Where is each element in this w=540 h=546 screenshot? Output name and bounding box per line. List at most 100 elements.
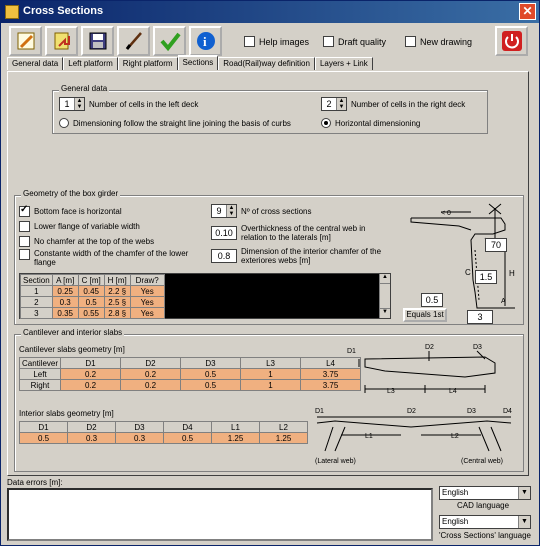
n-sections-value[interactable]: 9 <box>212 206 226 216</box>
help-images-checkbox[interactable]: Help images <box>244 36 309 47</box>
stepper-arrows[interactable]: ▲ ▼ <box>226 205 236 217</box>
pencil-button[interactable] <box>9 26 42 56</box>
diag-d2-label: D2 <box>425 344 434 351</box>
col-d3: D3 <box>115 421 164 433</box>
cell-a[interactable]: 0.3 <box>51 296 79 308</box>
accept-button[interactable] <box>153 26 186 56</box>
chevron-down-icon[interactable]: ▼ <box>518 487 530 499</box>
cs-language-label: 'Cross Sections' language <box>439 531 531 540</box>
cell-l1[interactable]: 1.25 <box>211 432 260 444</box>
cell-a[interactable]: 0.35 <box>51 307 79 319</box>
info-button[interactable]: i <box>189 26 222 56</box>
tab-general-data[interactable]: General data <box>7 57 64 70</box>
cell-h[interactable]: 2.8 § <box>103 307 131 319</box>
dim-horizontal-radio-button[interactable] <box>321 118 331 128</box>
tab-left-platform[interactable]: Left platform <box>63 57 118 70</box>
draw-button[interactable] <box>117 26 150 56</box>
left-cells-stepper[interactable]: 1 ▲ ▼ <box>59 97 85 111</box>
cell-c[interactable]: 0.5 <box>77 296 105 308</box>
interior-title: Interior slabs geometry [m] <box>19 409 114 418</box>
cell-draw[interactable]: Yes <box>129 296 165 308</box>
chevron-down-icon[interactable]: ▼ <box>518 516 530 528</box>
lower-flange-box[interactable] <box>19 221 30 232</box>
cell-l3[interactable]: 1 <box>240 379 302 391</box>
sections-grid[interactable]: Section A [m] C [m] H [m] Draw? 1 0.25 0… <box>19 273 391 319</box>
cell-d3[interactable]: 0.3 <box>115 432 164 444</box>
tab-layers-link[interactable]: Layers + Link <box>314 57 373 70</box>
interior-table: D1 D2 D3 D4 L1 L2 0.5 0.3 0.3 0.5 1.25 1… <box>19 421 308 444</box>
bottom-horizontal-checkbox[interactable]: Bottom face is horizontal <box>19 204 122 217</box>
draft-quality-checkbox[interactable]: Draft quality <box>323 36 386 47</box>
equals-first-button[interactable]: Equals 1st <box>403 308 447 322</box>
cell-d2[interactable]: 0.2 <box>120 368 182 380</box>
save-button[interactable] <box>81 26 114 56</box>
stepper-arrows[interactable]: ▲ ▼ <box>336 98 346 110</box>
info-icon: i <box>196 32 215 50</box>
value-3-input[interactable]: 3 <box>467 310 493 324</box>
n-sections-stepper[interactable]: 9 ▲ ▼ <box>211 204 237 218</box>
cell-section[interactable]: 3 <box>20 307 53 319</box>
diag-label-lt0: < 0 <box>441 210 451 217</box>
cell-section[interactable]: 2 <box>20 296 53 308</box>
tab-roadway-definition[interactable]: Road(Rail)way definition <box>218 57 315 70</box>
scroll-down-icon[interactable]: ▼ <box>380 308 390 318</box>
new-drawing-box[interactable] <box>405 36 416 47</box>
cell-draw[interactable]: Yes <box>129 285 165 297</box>
col-d2: D2 <box>67 421 116 433</box>
col-d3: D3 <box>180 357 242 369</box>
constant-width-checkbox[interactable]: Constante width of the chamfer of the lo… <box>19 249 189 267</box>
cell-c[interactable]: 0.45 <box>77 285 105 297</box>
cell-l2[interactable]: 1.25 <box>259 432 308 444</box>
help-images-box[interactable] <box>244 36 255 47</box>
close-button[interactable]: ✕ <box>519 3 536 20</box>
col-d1: D1 <box>19 421 68 433</box>
angle-70-input[interactable]: 70 <box>485 238 507 252</box>
cell-h[interactable]: 2.2 § <box>103 285 131 297</box>
bottom-horizontal-box[interactable] <box>19 204 30 217</box>
cell-d1[interactable]: 0.5 <box>19 432 68 444</box>
right-cells-stepper[interactable]: 2 ▲ ▼ <box>321 97 347 111</box>
constant-width-box[interactable] <box>19 249 30 260</box>
cell-d3[interactable]: 0.5 <box>180 379 242 391</box>
cell-draw[interactable]: Yes <box>129 307 165 319</box>
data-errors-label: Data errors [m]: <box>7 478 63 487</box>
dim-straight-radio[interactable]: Dimensioning follow the straight line jo… <box>59 118 291 128</box>
cell-c[interactable]: 0.55 <box>77 307 105 319</box>
cell-d1[interactable]: 0.2 <box>60 379 122 391</box>
cs-language-select[interactable]: English ▼ <box>439 515 531 529</box>
sections-scrollbar[interactable]: ▲ ▼ <box>379 274 390 318</box>
overthickness-input[interactable]: 0.10 <box>211 226 237 240</box>
value-0-5-input[interactable]: 0.5 <box>421 293 443 307</box>
new-drawing-checkbox[interactable]: New drawing <box>405 36 472 47</box>
open-button[interactable] <box>45 26 78 56</box>
tab-sections[interactable]: Sections <box>177 55 219 70</box>
draft-quality-box[interactable] <box>323 36 334 47</box>
chamfer-1-5-input[interactable]: 1.5 <box>475 270 497 284</box>
cell-d2[interactable]: 0.2 <box>120 379 182 391</box>
cell-d4[interactable]: 0.5 <box>163 432 212 444</box>
table-row: Right 0.2 0.2 0.5 1 3.75 <box>18 379 362 391</box>
cell-section[interactable]: 1 <box>20 285 53 297</box>
left-cells-value[interactable]: 1 <box>60 99 74 109</box>
chamfer-dim-input[interactable]: 0.8 <box>211 249 237 263</box>
cell-d2[interactable]: 0.3 <box>67 432 116 444</box>
tab-right-platform[interactable]: Right platform <box>117 57 178 70</box>
dim-straight-radio-button[interactable] <box>59 118 69 128</box>
cell-h[interactable]: 2.5 § <box>103 296 131 308</box>
no-chamfer-box[interactable] <box>19 236 30 247</box>
cell-a[interactable]: 0.25 <box>51 285 79 297</box>
diag-l4-label: L4 <box>449 388 457 395</box>
data-errors-box[interactable] <box>7 488 433 541</box>
dim-horizontal-radio[interactable]: Horizontal dimensioning <box>321 118 420 128</box>
exit-button[interactable] <box>495 26 528 56</box>
cell-l3[interactable]: 1 <box>240 368 302 380</box>
no-chamfer-checkbox[interactable]: No chamfer at the top of the webs <box>19 236 154 247</box>
col-l2: L2 <box>259 421 308 433</box>
scroll-up-icon[interactable]: ▲ <box>380 274 390 284</box>
stepper-arrows[interactable]: ▲ ▼ <box>74 98 84 110</box>
cad-language-select[interactable]: English ▼ <box>439 486 531 500</box>
cell-d1[interactable]: 0.2 <box>60 368 122 380</box>
right-cells-value[interactable]: 2 <box>322 99 336 109</box>
cell-d3[interactable]: 0.5 <box>180 368 242 380</box>
lower-flange-checkbox[interactable]: Lower flange of variable width <box>19 221 140 232</box>
